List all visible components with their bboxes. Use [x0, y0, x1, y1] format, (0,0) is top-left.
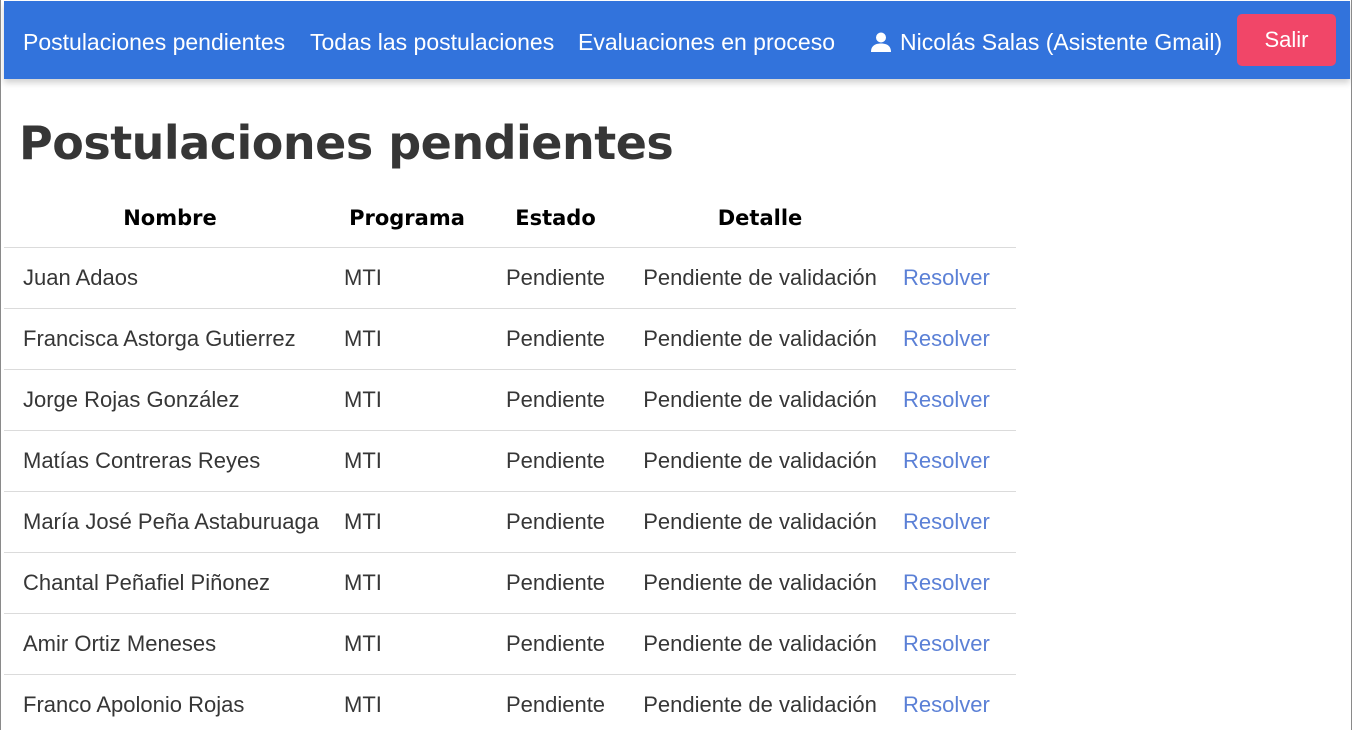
cell-state: Pendiente [478, 613, 633, 675]
table-row: María José Peña Astaburuaga MTI Pendient… [4, 491, 1016, 553]
resolve-link[interactable]: Resolver [903, 448, 990, 473]
top-navbar: Postulaciones pendientes Todas las postu… [4, 1, 1350, 79]
resolve-link[interactable]: Resolver [903, 326, 990, 351]
table-row: Chantal Peñafiel Piñonez MTI Pendiente P… [4, 552, 1016, 614]
cell-name: Amir Ortiz Meneses [4, 613, 336, 675]
nav-link-all-applications[interactable]: Todas las postulaciones [310, 1, 554, 79]
cell-detail: Pendiente de validación [633, 552, 887, 614]
resolve-link[interactable]: Resolver [903, 265, 990, 290]
cell-detail: Pendiente de validación [633, 674, 887, 730]
cell-program: MTI [336, 247, 478, 309]
app-window: Postulaciones pendientes Todas las postu… [0, 0, 1352, 730]
cell-name: María José Peña Astaburuaga [4, 491, 336, 553]
resolve-link[interactable]: Resolver [903, 387, 990, 412]
table-row: Juan Adaos MTI Pendiente Pendiente de va… [4, 247, 1016, 309]
resolve-link[interactable]: Resolver [903, 570, 990, 595]
cell-program: MTI [336, 369, 478, 431]
cell-detail: Pendiente de validación [633, 613, 887, 675]
user-name-label: Nicolás Salas (Asistente Gmail) [900, 28, 1223, 55]
cell-state: Pendiente [478, 308, 633, 370]
cell-detail: Pendiente de validación [633, 369, 887, 431]
cell-detail: Pendiente de validación [633, 491, 887, 553]
resolve-link[interactable]: Resolver [903, 631, 990, 656]
logout-button[interactable]: Salir [1237, 14, 1336, 66]
cell-program: MTI [336, 308, 478, 370]
cell-name: Juan Adaos [4, 247, 336, 309]
cell-name: Chantal Peñafiel Piñonez [4, 552, 336, 614]
nav-user-menu[interactable]: Nicolás Salas (Asistente Gmail) [870, 1, 1222, 79]
cell-state: Pendiente [478, 552, 633, 614]
column-header-state: Estado [478, 188, 633, 248]
cell-state: Pendiente [478, 430, 633, 492]
cell-program: MTI [336, 430, 478, 492]
cell-state: Pendiente [478, 247, 633, 309]
user-icon [871, 32, 891, 52]
cell-name: Francisca Astorga Gutierrez [4, 308, 336, 370]
column-header-program: Programa [336, 188, 478, 248]
cell-program: MTI [336, 491, 478, 553]
cell-detail: Pendiente de validación [633, 308, 887, 370]
nav-link-pending-applications[interactable]: Postulaciones pendientes [23, 1, 285, 79]
resolve-link[interactable]: Resolver [903, 692, 990, 717]
cell-program: MTI [336, 613, 478, 675]
cell-name: Franco Apolonio Rojas [4, 674, 336, 730]
cell-name: Jorge Rojas González [4, 369, 336, 431]
cell-state: Pendiente [478, 674, 633, 730]
cell-state: Pendiente [478, 491, 633, 553]
resolve-link[interactable]: Resolver [903, 509, 990, 534]
table-row: Franco Apolonio Rojas MTI Pendiente Pend… [4, 674, 1016, 730]
table-header-row: Nombre Programa Estado Detalle [4, 188, 1016, 248]
applications-table: Nombre Programa Estado Detalle Juan Adao… [4, 188, 1016, 730]
cell-program: MTI [336, 674, 478, 730]
table-row: Francisca Astorga Gutierrez MTI Pendient… [4, 308, 1016, 370]
column-header-action [887, 188, 1016, 248]
table-row: Amir Ortiz Meneses MTI Pendiente Pendien… [4, 613, 1016, 675]
page-title: Postulaciones pendientes [19, 116, 674, 170]
table-row: Matías Contreras Reyes MTI Pendiente Pen… [4, 430, 1016, 492]
cell-state: Pendiente [478, 369, 633, 431]
cell-detail: Pendiente de validación [633, 247, 887, 309]
table-row: Jorge Rojas González MTI Pendiente Pendi… [4, 369, 1016, 431]
nav-link-evaluations-in-progress[interactable]: Evaluaciones en proceso [578, 1, 835, 79]
cell-detail: Pendiente de validación [633, 430, 887, 492]
cell-program: MTI [336, 552, 478, 614]
cell-name: Matías Contreras Reyes [4, 430, 336, 492]
column-header-detail: Detalle [633, 188, 887, 248]
column-header-name: Nombre [4, 188, 336, 248]
